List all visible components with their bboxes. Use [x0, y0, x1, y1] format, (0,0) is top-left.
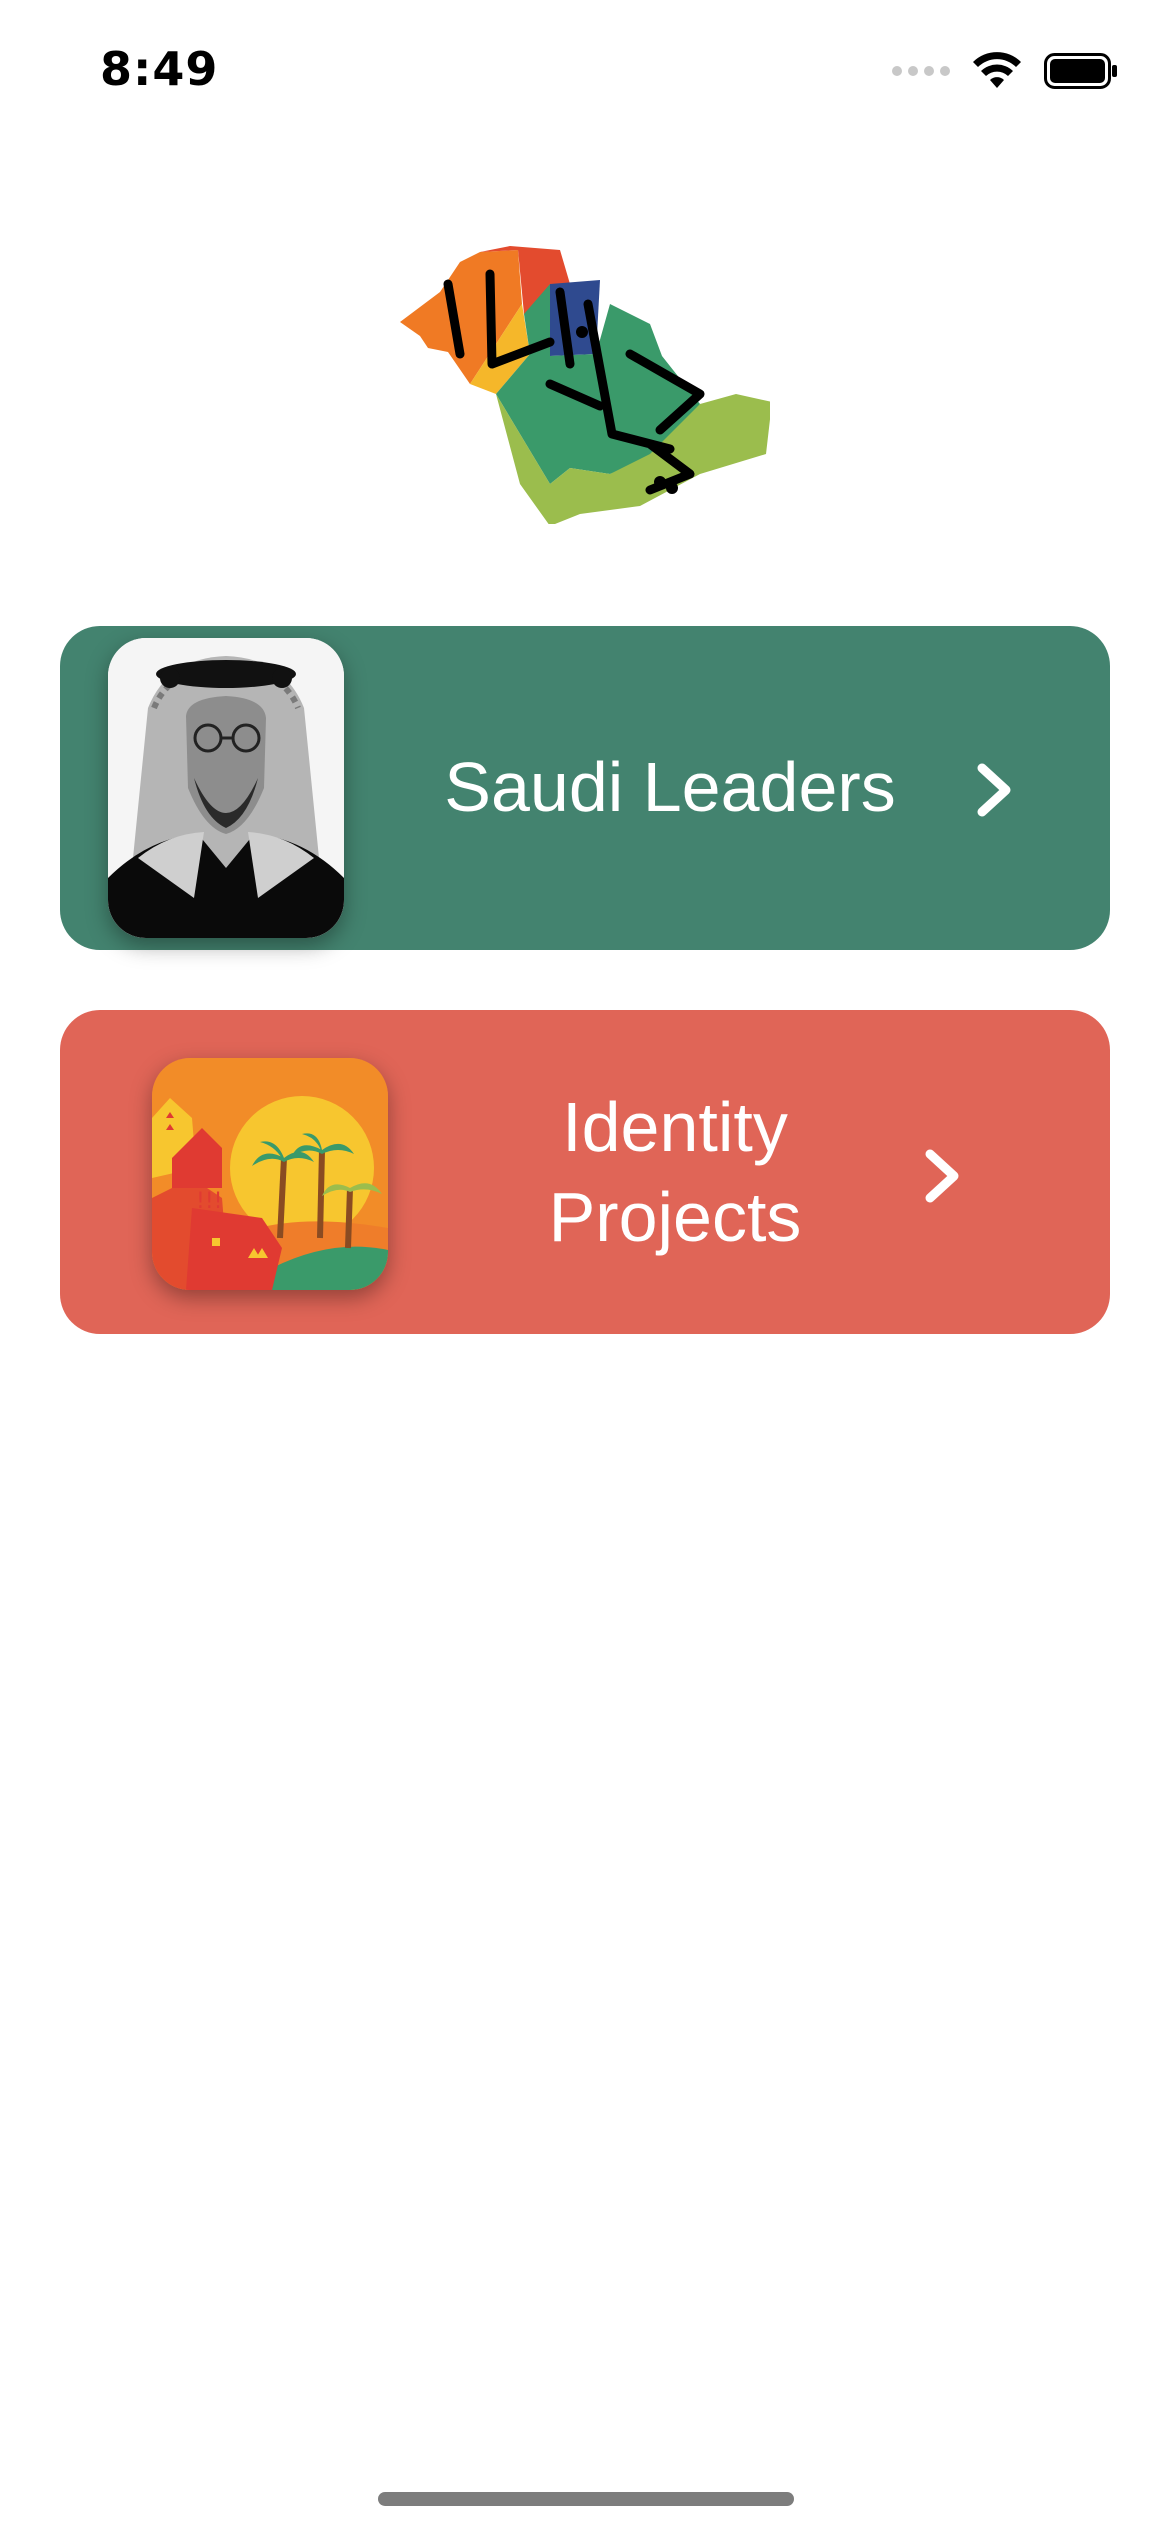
wifi-icon	[973, 52, 1021, 88]
status-bar: 8:49	[0, 0, 1170, 140]
chevron-right-icon	[977, 763, 1011, 817]
battery-icon	[1044, 53, 1117, 89]
saudi-leaders-label: Saudi Leaders	[444, 748, 896, 826]
saudi-leaders-button[interactable]: Saudi Leaders	[60, 626, 1110, 950]
saudi-leaders-portrait	[108, 638, 344, 938]
identity-projects-label-text: Identity Projects	[548, 1088, 802, 1256]
identity-projects-button[interactable]: !!! Identity Projects	[60, 1010, 1110, 1334]
chevron-right-icon	[925, 1149, 959, 1203]
identity-projects-illustration: !!!	[152, 1058, 388, 1290]
cellular-signal-icon	[892, 66, 950, 76]
status-time: 8:49	[100, 42, 219, 96]
status-icons	[892, 52, 1118, 90]
home-indicator[interactable]	[378, 2492, 794, 2506]
svg-text:!!!: !!!	[196, 1189, 222, 1214]
identity-projects-label: Identity Projects	[400, 1082, 950, 1262]
saudi-map-logo	[400, 244, 772, 526]
